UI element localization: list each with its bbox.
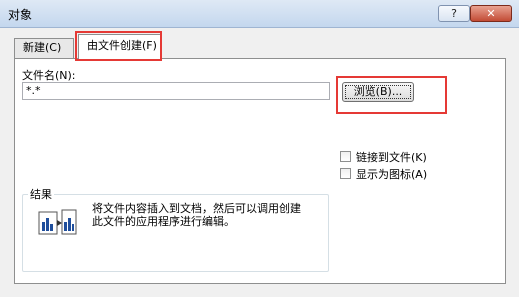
close-icon: ✕	[486, 7, 496, 20]
show-as-icon-label[interactable]: 显示为图标(A)	[356, 166, 427, 182]
show-as-icon-checkbox[interactable]	[340, 168, 351, 179]
result-title: 结果	[28, 186, 54, 202]
help-icon: ?	[451, 7, 457, 20]
filename-label: 文件名(N):	[22, 69, 76, 82]
close-button[interactable]: ✕	[470, 5, 512, 22]
window-title: 对象	[8, 8, 33, 22]
tab-new[interactable]: 新建(C)	[14, 38, 74, 58]
link-to-file-label[interactable]: 链接到文件(K)	[356, 149, 427, 165]
result-line-1: 将文件内容插入到文档，然后可以调用创建	[92, 202, 301, 215]
tab-highlight-box	[75, 31, 162, 61]
result-description: 将文件内容插入到文档，然后可以调用创建 此文件的应用程序进行编辑。	[92, 202, 324, 228]
help-button[interactable]: ?	[438, 5, 470, 22]
link-to-file-checkbox[interactable]	[340, 151, 351, 162]
insert-object-icon	[38, 209, 77, 235]
browse-highlight-box	[336, 76, 447, 114]
filename-input[interactable]: *.*	[22, 82, 330, 100]
result-line-2: 此文件的应用程序进行编辑。	[92, 215, 235, 228]
title-bar: 对象 ? ✕	[0, 0, 519, 28]
